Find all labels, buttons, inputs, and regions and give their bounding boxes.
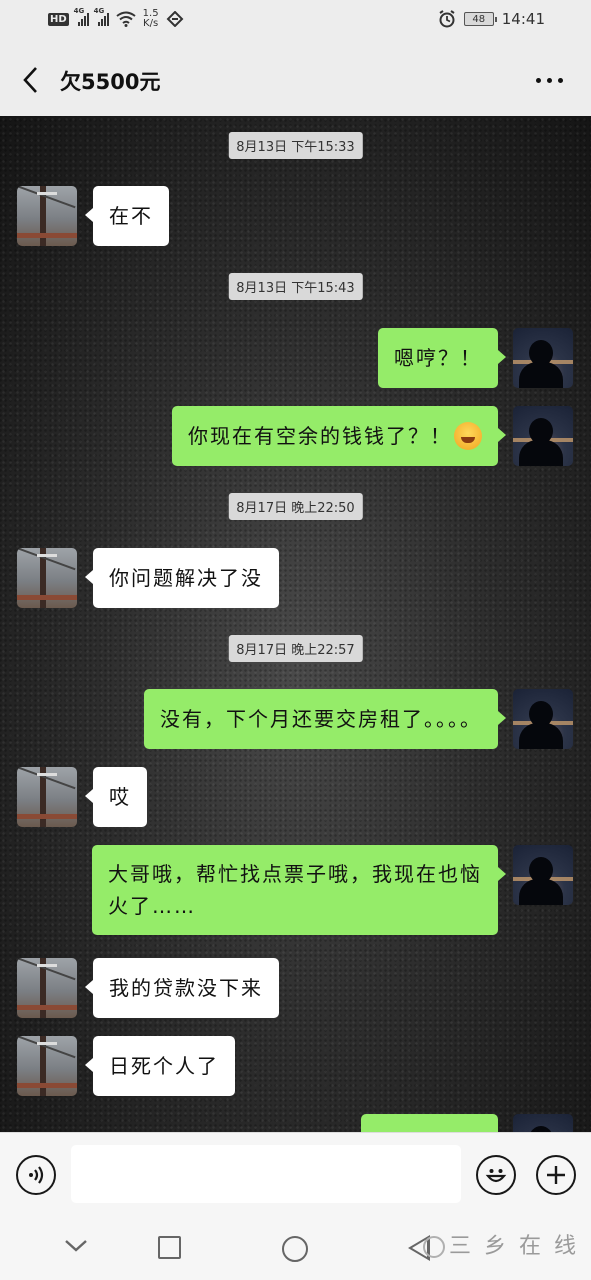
chevron-down-icon[interactable]: [64, 1238, 88, 1254]
clock-time: 14:41: [501, 10, 545, 28]
received-message[interactable]: 在不: [85, 186, 169, 246]
watermark: 三 乡 在 线: [423, 1228, 579, 1260]
my-avatar[interactable]: [513, 1114, 573, 1132]
chevron-left-icon[interactable]: [20, 66, 44, 94]
my-avatar[interactable]: [513, 328, 573, 388]
emoji-face-icon[interactable]: [476, 1155, 516, 1195]
received-message[interactable]: 日死个人了: [85, 1036, 235, 1096]
battery-icon: 48: [463, 12, 497, 26]
alarm-icon: [439, 10, 455, 28]
net-speed: 1.5 K/s: [142, 8, 159, 29]
friend-avatar[interactable]: [17, 548, 77, 608]
system-nav-bar: 三 乡 在 线: [0, 1218, 591, 1280]
hd-icon: HD: [48, 12, 69, 26]
home-icon[interactable]: [282, 1236, 308, 1262]
message-input[interactable]: [71, 1145, 461, 1203]
message-timestamp: 8月13日 下午15:33: [228, 132, 363, 159]
received-message[interactable]: 你问题解决了没: [85, 548, 279, 608]
wifi-icon: [116, 11, 136, 27]
more-dots-icon[interactable]: [536, 78, 563, 83]
my-avatar[interactable]: [513, 689, 573, 749]
friend-avatar[interactable]: [17, 767, 77, 827]
sent-message[interactable]: [361, 1114, 498, 1132]
my-avatar[interactable]: [513, 406, 573, 466]
message-input-bar: [0, 1132, 591, 1218]
laughing-tears-emoji-icon: [454, 422, 482, 450]
friend-avatar[interactable]: [17, 186, 77, 246]
friend-avatar[interactable]: [17, 958, 77, 1018]
sent-message[interactable]: 没有，下个月还要交房租了。。。。: [144, 689, 506, 749]
plus-icon[interactable]: [536, 1155, 576, 1195]
message-timestamp: 8月17日 晚上22:50: [228, 493, 363, 520]
signal-icon: 4G: [94, 7, 109, 26]
my-avatar[interactable]: [513, 845, 573, 905]
chat-message-list[interactable]: 8月13日 下午15:33 在不 8月13日 下午15:43 嗯哼？！ 你现在有…: [0, 116, 591, 1132]
nfc-icon: [166, 11, 183, 27]
friend-avatar[interactable]: [17, 1036, 77, 1096]
sent-message[interactable]: 嗯哼？！: [378, 328, 506, 388]
sent-message[interactable]: 你现在有空余的钱钱了？！: [172, 406, 506, 466]
signal-icon: 4G: [74, 7, 89, 26]
recent-apps-icon[interactable]: [158, 1236, 181, 1259]
message-timestamp: 8月13日 下午15:43: [228, 273, 363, 300]
received-message[interactable]: 哎: [85, 767, 147, 827]
message-text: 你现在有空余的钱钱了？！: [188, 424, 452, 448]
chat-title: 欠5500元: [60, 70, 161, 94]
chat-header: 欠5500元: [0, 42, 591, 116]
status-bar: HD 4G 4G 1.5 K/s 48 14:41: [0, 0, 591, 42]
message-timestamp: 8月17日 晚上22:57: [228, 635, 363, 662]
voice-icon[interactable]: [16, 1155, 56, 1195]
received-message[interactable]: 我的贷款没下来: [85, 958, 279, 1018]
sent-message[interactable]: 大哥哦，帮忙找点票子哦，我现在也恼火了……: [92, 845, 506, 935]
watermark-seal-icon: [423, 1236, 446, 1258]
